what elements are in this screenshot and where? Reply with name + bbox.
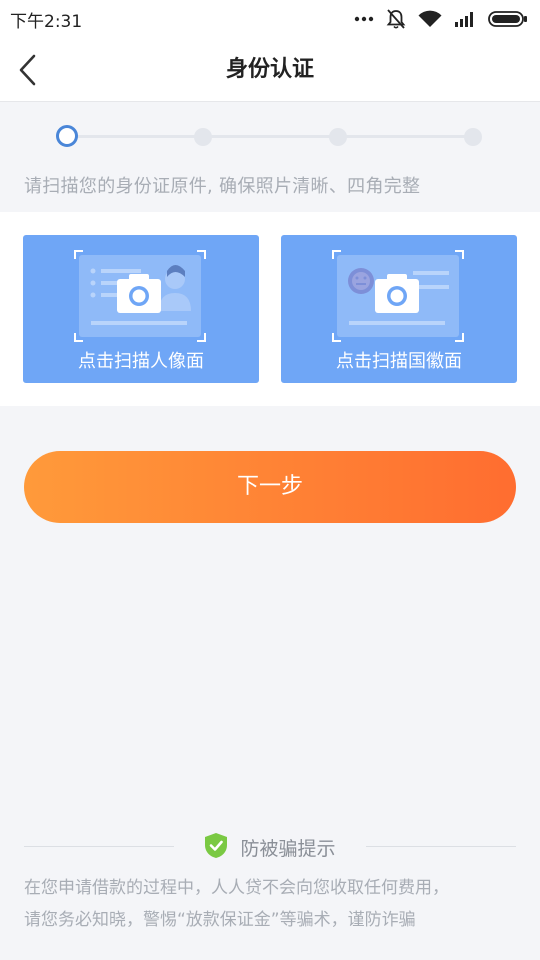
- step-3: [329, 128, 347, 146]
- scan-back-label: 点击扫描国徽面: [336, 351, 462, 372]
- bell-muted-icon: [386, 8, 406, 30]
- step-track: [76, 135, 466, 138]
- id-card-panel: 点击扫描人像面 点击扫描国徽面: [0, 212, 540, 406]
- status-bar: 下午2:31: [0, 0, 540, 38]
- instruction-text: 请扫描您的身份证原件, 确保照片清晰、四角完整: [24, 176, 421, 197]
- status-time: 下午2:31: [10, 11, 83, 32]
- battery-icon: [488, 11, 528, 27]
- page-title: 身份认证: [225, 57, 314, 82]
- next-step-button[interactable]: 下一步: [24, 451, 516, 523]
- more-dots-icon: [354, 15, 374, 23]
- id-back-illustration: [331, 249, 465, 343]
- scan-front-card[interactable]: 点击扫描人像面: [23, 235, 259, 383]
- shield-check-icon: [204, 832, 228, 863]
- step-2: [194, 128, 212, 146]
- scan-front-label: 点击扫描人像面: [78, 351, 204, 372]
- step-1-active: [56, 125, 78, 147]
- fraud-tips-title: 防被骗提示: [240, 838, 336, 860]
- wifi-icon: [418, 10, 442, 28]
- fraud-tips-text: 在您申请借款的过程中，人人贷不会向您收取任何费用， 请您务必知晓，警惕“放款保证…: [24, 872, 524, 936]
- fraud-tips-line-2: 请您务必知晓，警惕“放款保证金”等骗术，谨防诈骗: [24, 910, 416, 930]
- nav-bar: 身份认证: [0, 38, 540, 102]
- step-indicator: 请扫描您的身份证原件, 确保照片清晰、四角完整: [0, 102, 540, 212]
- signal-icon: [454, 11, 476, 27]
- scan-back-card[interactable]: 点击扫描国徽面: [281, 235, 517, 383]
- fraud-tips-line-1: 在您申请借款的过程中，人人贷不会向您收取任何费用，: [24, 878, 449, 898]
- status-icons: [354, 8, 528, 30]
- fraud-tips-header: 防被骗提示: [24, 832, 516, 862]
- id-front-illustration: [73, 249, 207, 343]
- step-4: [464, 128, 482, 146]
